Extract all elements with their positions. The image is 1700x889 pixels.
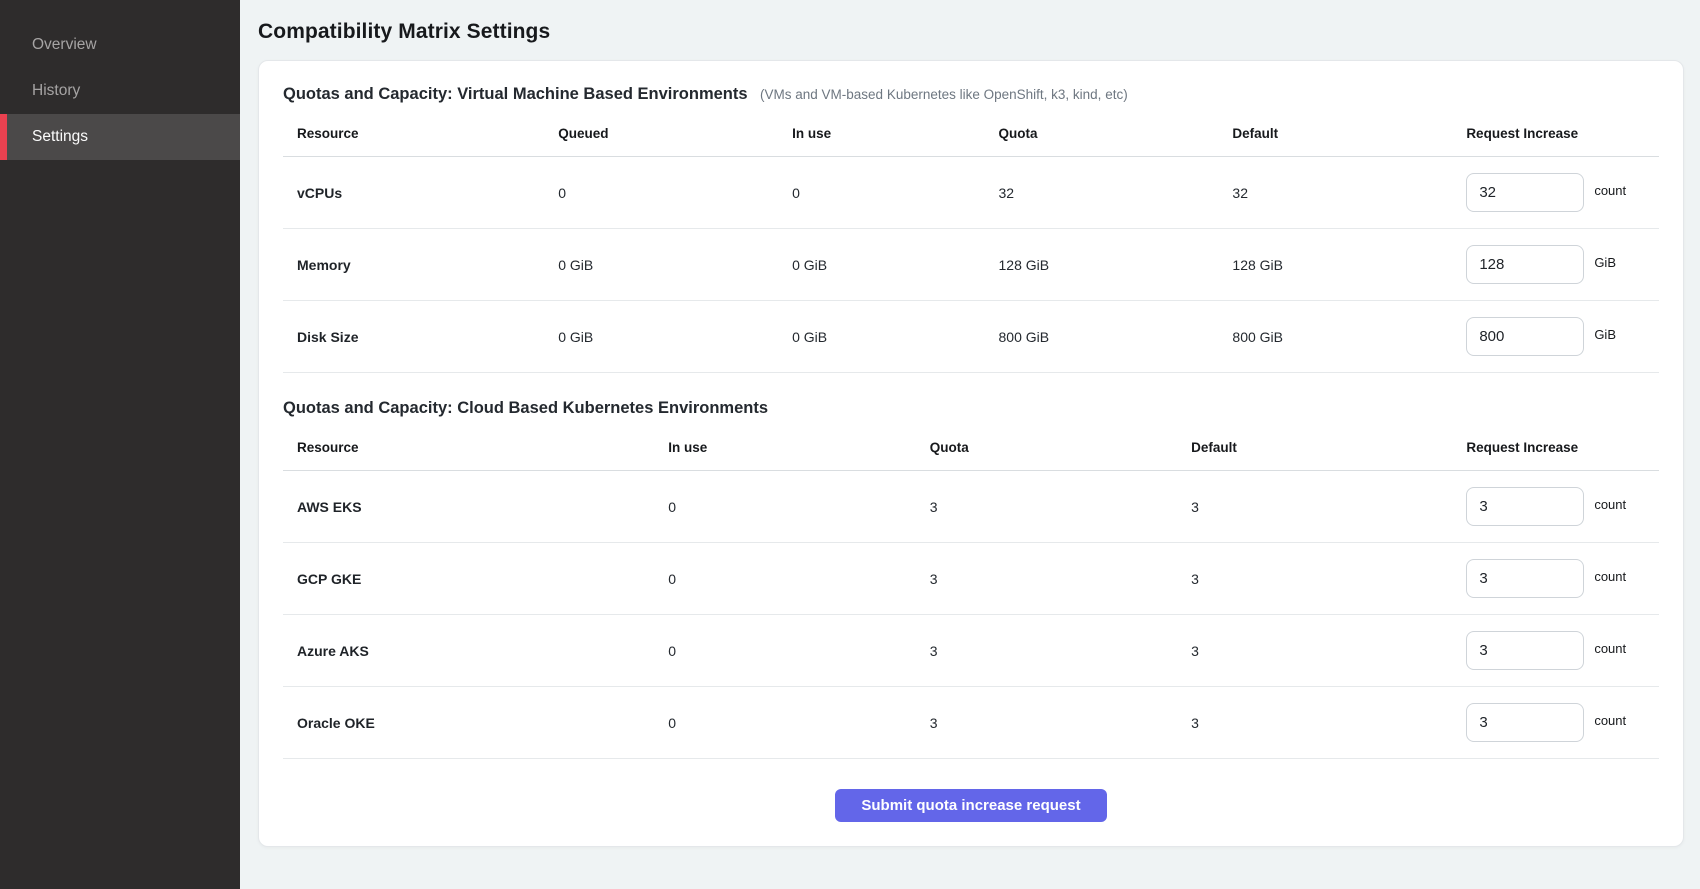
submit-row: Submit quota increase request — [283, 759, 1659, 822]
page-title: Compatibility Matrix Settings — [258, 20, 1684, 44]
oracle-oke-in-use-value: 0 — [668, 687, 929, 759]
azure-aks-resource-label: Azure AKS — [283, 615, 668, 687]
vcpus-default-value: 32 — [1232, 157, 1466, 229]
azure-aks-quota-value: 3 — [930, 615, 1191, 687]
vm-section-subtitle: (VMs and VM-based Kubernetes like OpenSh… — [760, 87, 1128, 102]
memory-in-use-value: 0 GiB — [792, 229, 998, 301]
cloud-col-quota: Quota — [930, 428, 1191, 471]
table-row-disk-size: Disk Size 0 GiB 0 GiB 800 GiB 800 GiB Gi… — [283, 301, 1659, 373]
sidebar-item-settings[interactable]: Settings — [0, 114, 240, 160]
oracle-oke-request-input[interactable] — [1466, 703, 1584, 742]
cloud-quota-table: Resource In use Quota Default Request In… — [283, 428, 1659, 759]
vm-col-queued: Queued — [558, 114, 792, 157]
sidebar-item-history[interactable]: History — [0, 68, 240, 114]
table-row-aws-eks: AWS EKS 0 3 3 count — [283, 471, 1659, 543]
gcp-gke-request-input[interactable] — [1466, 559, 1584, 598]
sidebar: Overview History Settings — [0, 0, 240, 889]
vm-col-request-increase: Request Increase — [1466, 114, 1659, 157]
vm-section-heading: Quotas and Capacity: Virtual Machine Bas… — [283, 85, 748, 103]
disk-unit-label: GiB — [1594, 327, 1616, 342]
table-row-azure-aks: Azure AKS 0 3 3 count — [283, 615, 1659, 687]
quotas-card: Quotas and Capacity: Virtual Machine Bas… — [258, 60, 1684, 847]
vcpus-resource-label: vCPUs — [283, 157, 558, 229]
gcp-gke-default-value: 3 — [1191, 543, 1466, 615]
disk-queued-value: 0 GiB — [558, 301, 792, 373]
table-row-vcpus: vCPUs 0 0 32 32 count — [283, 157, 1659, 229]
azure-aks-request-input[interactable] — [1466, 631, 1584, 670]
disk-request-input[interactable] — [1466, 317, 1584, 356]
cloud-col-resource: Resource — [283, 428, 668, 471]
oracle-oke-unit-label: count — [1594, 713, 1626, 728]
table-row-gcp-gke: GCP GKE 0 3 3 count — [283, 543, 1659, 615]
memory-quota-value: 128 GiB — [999, 229, 1233, 301]
main-content: Compatibility Matrix Settings Quotas and… — [240, 0, 1700, 889]
memory-resource-label: Memory — [283, 229, 558, 301]
aws-eks-resource-label: AWS EKS — [283, 471, 668, 543]
vcpus-quota-value: 32 — [999, 157, 1233, 229]
memory-request-input[interactable] — [1466, 245, 1584, 284]
vm-col-quota: Quota — [999, 114, 1233, 157]
vcpus-queued-value: 0 — [558, 157, 792, 229]
vm-table-header-row: Resource Queued In use Quota Default Req… — [283, 114, 1659, 157]
cloud-section-heading: Quotas and Capacity: Cloud Based Kuberne… — [283, 399, 768, 417]
memory-queued-value: 0 GiB — [558, 229, 792, 301]
vm-col-default: Default — [1232, 114, 1466, 157]
sidebar-item-history-label: History — [32, 82, 80, 100]
disk-resource-label: Disk Size — [283, 301, 558, 373]
vm-col-resource: Resource — [283, 114, 558, 157]
table-row-memory: Memory 0 GiB 0 GiB 128 GiB 128 GiB GiB — [283, 229, 1659, 301]
disk-in-use-value: 0 GiB — [792, 301, 998, 373]
gcp-gke-unit-label: count — [1594, 569, 1626, 584]
memory-default-value: 128 GiB — [1232, 229, 1466, 301]
cloud-table-header-row: Resource In use Quota Default Request In… — [283, 428, 1659, 471]
sidebar-item-overview-label: Overview — [32, 36, 97, 54]
gcp-gke-in-use-value: 0 — [668, 543, 929, 615]
oracle-oke-quota-value: 3 — [930, 687, 1191, 759]
oracle-oke-default-value: 3 — [1191, 687, 1466, 759]
vcpus-unit-label: count — [1594, 183, 1626, 198]
disk-quota-value: 800 GiB — [999, 301, 1233, 373]
cloud-quotas-section: Quotas and Capacity: Cloud Based Kuberne… — [283, 399, 1659, 759]
vm-quota-table: Resource Queued In use Quota Default Req… — [283, 114, 1659, 373]
vm-quotas-section: Quotas and Capacity: Virtual Machine Bas… — [283, 85, 1659, 373]
aws-eks-unit-label: count — [1594, 497, 1626, 512]
table-row-oracle-oke: Oracle OKE 0 3 3 count — [283, 687, 1659, 759]
sidebar-item-overview[interactable]: Overview — [0, 22, 240, 68]
azure-aks-default-value: 3 — [1191, 615, 1466, 687]
aws-eks-request-input[interactable] — [1466, 487, 1584, 526]
sidebar-item-settings-label: Settings — [32, 128, 88, 146]
gcp-gke-resource-label: GCP GKE — [283, 543, 668, 615]
vcpus-in-use-value: 0 — [792, 157, 998, 229]
gcp-gke-quota-value: 3 — [930, 543, 1191, 615]
aws-eks-default-value: 3 — [1191, 471, 1466, 543]
azure-aks-unit-label: count — [1594, 641, 1626, 656]
aws-eks-quota-value: 3 — [930, 471, 1191, 543]
cloud-col-in-use: In use — [668, 428, 929, 471]
submit-quota-increase-button[interactable]: Submit quota increase request — [835, 789, 1106, 822]
oracle-oke-resource-label: Oracle OKE — [283, 687, 668, 759]
vcpus-request-input[interactable] — [1466, 173, 1584, 212]
cloud-col-request-increase: Request Increase — [1466, 428, 1659, 471]
cloud-col-default: Default — [1191, 428, 1466, 471]
aws-eks-in-use-value: 0 — [668, 471, 929, 543]
vm-col-in-use: In use — [792, 114, 998, 157]
azure-aks-in-use-value: 0 — [668, 615, 929, 687]
disk-default-value: 800 GiB — [1232, 301, 1466, 373]
memory-unit-label: GiB — [1594, 255, 1616, 270]
